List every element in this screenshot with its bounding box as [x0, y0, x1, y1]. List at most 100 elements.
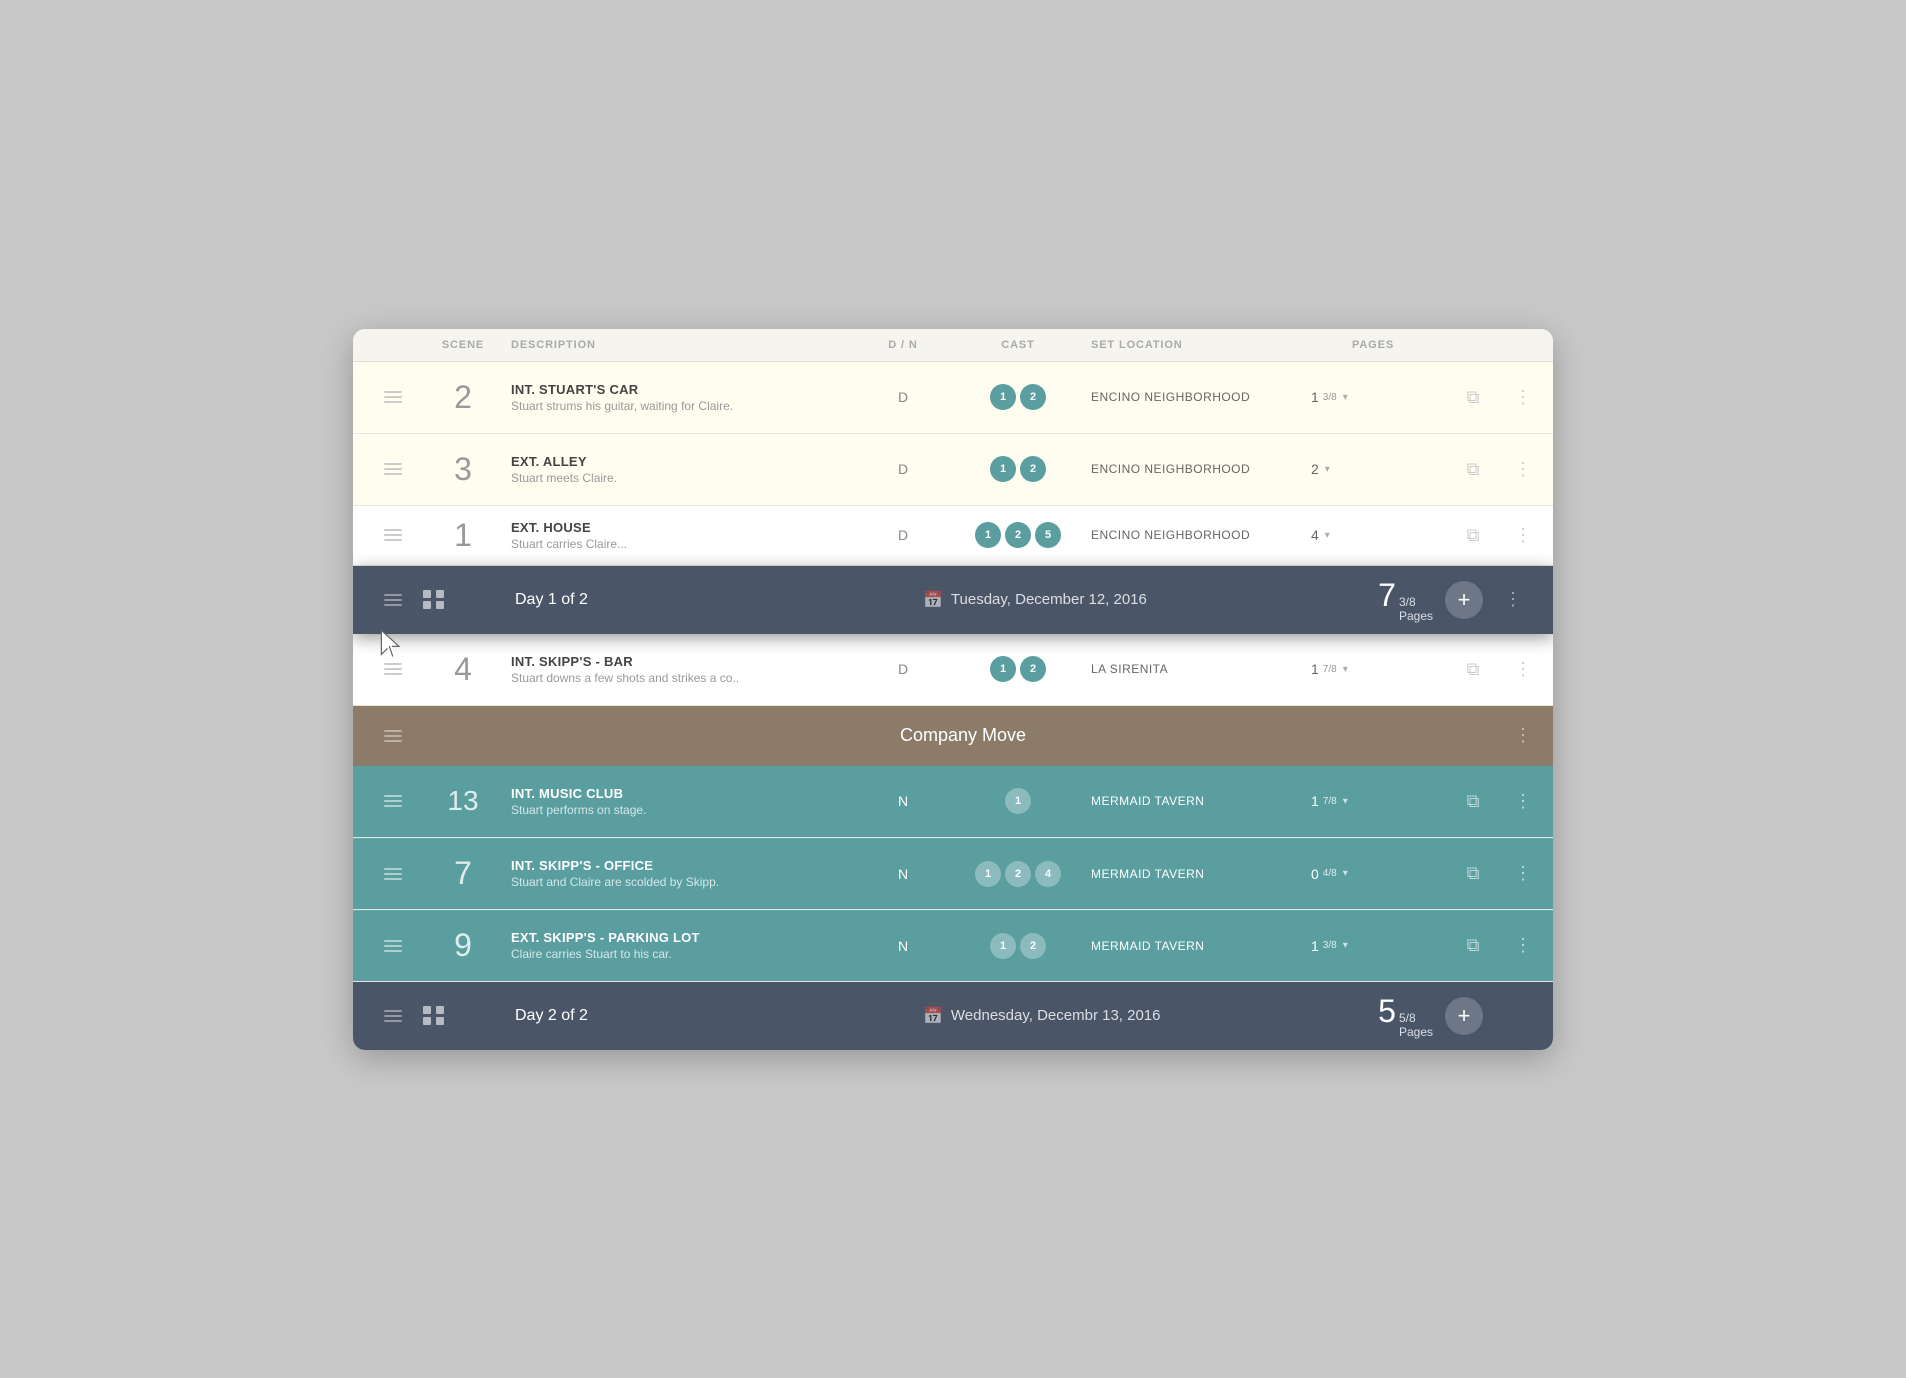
dm-badge-9: N: [853, 938, 953, 954]
drag-handle-9[interactable]: [363, 940, 423, 952]
day1-add-button[interactable]: +: [1445, 581, 1483, 619]
day1-pages-detail: 3/8 Pages: [1399, 595, 1433, 623]
pages-chevron-9[interactable]: ▾: [1343, 940, 1348, 951]
more-icon-9[interactable]: ⋮: [1503, 935, 1543, 956]
cast-badges-4: 1 2: [953, 656, 1083, 682]
scene-number-3: 3: [423, 451, 503, 488]
col-scene: SCENE: [423, 329, 503, 361]
drag-handle-13[interactable]: [363, 795, 423, 807]
pages-3: 2 ▾: [1303, 461, 1443, 477]
main-container: SCENE DESCRIPTION D / N CAST SET LOCATIO…: [353, 329, 1553, 1050]
pages-whole-9: 1: [1311, 938, 1319, 954]
pages-4: 1 7/8 ▾: [1303, 661, 1443, 677]
pages-chevron-3[interactable]: ▾: [1325, 464, 1330, 475]
cast-badges-13: 1: [953, 788, 1083, 814]
scene-title-9: EXT. SKIPP'S - PARKING LOT: [511, 930, 845, 945]
layers-icon-7[interactable]: ⧉: [1443, 863, 1503, 884]
day1-label: Day 1 of 2: [515, 591, 923, 609]
dm-badge-13: N: [853, 793, 953, 809]
pages-whole-7: 0: [1311, 866, 1319, 882]
pages-frac-7: 4/8: [1323, 868, 1337, 879]
scene-title-4: INT. SKIPP'S - BAR: [511, 654, 845, 669]
cast-2: 2: [1020, 384, 1046, 410]
more-icon-2[interactable]: ⋮: [1503, 387, 1543, 408]
scene-row-2: 2 INT. STUART'S CAR Stuart strums his gu…: [353, 362, 1553, 434]
cast-2: 2: [1020, 933, 1046, 959]
location-3: ENCINO NEIGHBORHOOD: [1083, 462, 1303, 476]
dm-badge-3: D: [853, 461, 953, 477]
cast-badges-3: 1 2: [953, 456, 1083, 482]
scene-row-4: 4 INT. SKIPP'S - BAR Stuart downs a few …: [353, 634, 1553, 706]
pages-chevron-7[interactable]: ▾: [1343, 868, 1348, 879]
day2-date-cell: 📅 Wednesday, Decembr 13, 2016: [923, 1006, 1323, 1026]
day2-pages-frac: 5/8: [1399, 1011, 1433, 1025]
day1-more[interactable]: ⋮: [1483, 589, 1543, 610]
more-icon-7[interactable]: ⋮: [1503, 863, 1543, 884]
pages-frac-9: 3/8: [1323, 940, 1337, 951]
scene-info-7: INT. SKIPP'S - OFFICE Stuart and Claire …: [503, 854, 853, 893]
cast-5: 5: [1035, 522, 1061, 548]
layers-icon-9[interactable]: ⧉: [1443, 935, 1503, 956]
pages-chevron-1[interactable]: ▾: [1325, 530, 1330, 541]
location-7: MERMAID TAVERN: [1083, 867, 1303, 881]
layers-icon-3[interactable]: ⧉: [1443, 459, 1503, 480]
day2-grid-icon: [423, 1006, 445, 1025]
day2-pages-label: Pages: [1399, 1025, 1433, 1039]
pages-chevron-2[interactable]: ▾: [1343, 392, 1348, 403]
drag-handle-1[interactable]: [363, 529, 423, 541]
cast-1: 1: [990, 384, 1016, 410]
company-move-drag[interactable]: [363, 730, 423, 742]
pages-whole-2: 1: [1311, 389, 1319, 405]
pages-frac-4: 7/8: [1323, 664, 1337, 675]
scene-number-2: 2: [423, 379, 503, 416]
company-move-more[interactable]: ⋮: [1503, 725, 1543, 746]
scene-title-3: EXT. ALLEY: [511, 454, 845, 469]
cast-2: 2: [1005, 861, 1031, 887]
day1-calendar-icon: 📅: [923, 590, 943, 610]
column-headers: SCENE DESCRIPTION D / N CAST SET LOCATIO…: [353, 329, 1553, 362]
pages-chevron-4[interactable]: ▾: [1343, 664, 1348, 675]
drag-handle-7[interactable]: [363, 868, 423, 880]
pages-frac-13: 7/8: [1323, 796, 1337, 807]
day1-pages-info: 7 3/8 Pages: [1378, 577, 1433, 623]
dm-badge-4: D: [853, 661, 953, 677]
location-13: MERMAID TAVERN: [1083, 794, 1303, 808]
day1-grid-icon: [423, 590, 445, 609]
pages-whole-13: 1: [1311, 793, 1319, 809]
col-drag: [363, 329, 423, 361]
day2-header: Day 2 of 2 📅 Wednesday, Decembr 13, 2016…: [353, 982, 1553, 1050]
more-icon-3[interactable]: ⋮: [1503, 459, 1543, 480]
day1-pages-num: 7: [1378, 577, 1396, 614]
col-dm: D / N: [853, 329, 953, 361]
day2-add-button[interactable]: +: [1445, 997, 1483, 1035]
col-cast: CAST: [953, 329, 1083, 361]
scene-number-13: 13: [423, 785, 503, 817]
drag-handle-4[interactable]: [363, 663, 423, 675]
scene-desc-3: Stuart meets Claire.: [511, 471, 845, 485]
day1-drag[interactable]: [363, 594, 423, 606]
more-icon-1[interactable]: ⋮: [1503, 525, 1543, 546]
more-icon-13[interactable]: ⋮: [1503, 791, 1543, 812]
layers-icon-13[interactable]: ⧉: [1443, 791, 1503, 812]
scene-number-7: 7: [423, 855, 503, 892]
layers-icon-4[interactable]: ⧉: [1443, 659, 1503, 680]
more-icon-4[interactable]: ⋮: [1503, 659, 1543, 680]
drag-handle-3[interactable]: [363, 463, 423, 475]
pages-9: 1 3/8 ▾: [1303, 938, 1443, 954]
scene-info-13: INT. MUSIC CLUB Stuart performs on stage…: [503, 782, 853, 821]
layers-icon-1[interactable]: ⧉: [1443, 525, 1503, 546]
location-4: LA SIRENITA: [1083, 662, 1303, 676]
layers-icon-2[interactable]: ⧉: [1443, 387, 1503, 408]
pages-2: 1 3/8 ▾: [1303, 389, 1443, 405]
day2-pages-detail: 5/8 Pages: [1399, 1011, 1433, 1039]
day2-drag[interactable]: [363, 1010, 423, 1022]
scene-row-9: 9 EXT. SKIPP'S - PARKING LOT Claire carr…: [353, 910, 1553, 982]
pages-whole-3: 2: [1311, 461, 1319, 477]
cast-2: 2: [1020, 656, 1046, 682]
cast-1: 1: [990, 933, 1016, 959]
company-move-row: Company Move ⋮: [353, 706, 1553, 766]
drag-handle-2[interactable]: [363, 391, 423, 403]
scene-info-9: EXT. SKIPP'S - PARKING LOT Claire carrie…: [503, 926, 853, 965]
pages-chevron-13[interactable]: ▾: [1343, 796, 1348, 807]
cast-badges-2: 1 2: [953, 384, 1083, 410]
